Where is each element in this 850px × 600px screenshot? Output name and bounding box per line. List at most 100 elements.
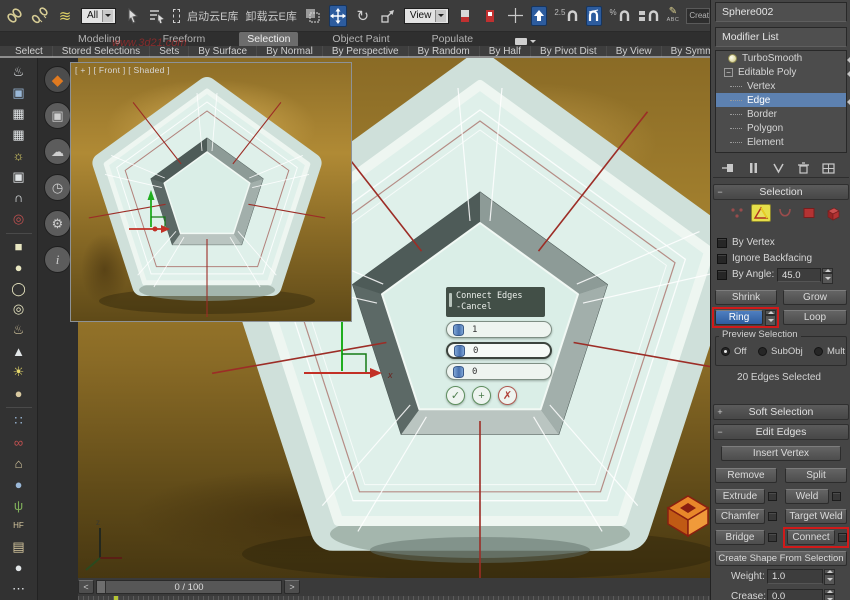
stack-row-polygon[interactable]: Polygon xyxy=(716,121,846,135)
unlink-selection-icon[interactable] xyxy=(31,5,49,27)
crease-spinner[interactable] xyxy=(824,589,835,600)
more-icon[interactable]: ⋯ xyxy=(6,579,32,599)
target-weld-button[interactable]: Target Weld xyxy=(785,509,847,524)
time-slider-handle[interactable] xyxy=(97,581,106,593)
shrink-button[interactable]: Shrink xyxy=(715,290,777,305)
selection-rollout-header[interactable]: − Selection xyxy=(713,184,849,200)
by-angle-checkbox[interactable] xyxy=(717,270,727,280)
unload-cloud-lib-button[interactable]: 卸载云E库 xyxy=(246,8,297,24)
make-unique-icon[interactable] xyxy=(769,160,787,176)
weld-settings-box[interactable] xyxy=(832,492,841,501)
chamfer-settings-box[interactable] xyxy=(768,512,777,521)
cube-icon[interactable]: ▣ xyxy=(44,102,71,129)
edit-edges-rollout-header[interactable]: − Edit Edges xyxy=(713,424,849,440)
preview-subobj-radio[interactable] xyxy=(758,347,767,356)
pan-cross-icon[interactable] xyxy=(506,5,524,27)
connect-settings-box[interactable] xyxy=(838,533,847,542)
cloud-icon[interactable]: ☁ xyxy=(44,138,71,165)
sphere-icon[interactable]: ● xyxy=(6,383,32,403)
document-icon[interactable]: ▤ xyxy=(6,537,32,557)
caddy-ok-button[interactable]: ✓ xyxy=(446,386,465,405)
ribbon-item-select[interactable]: Select xyxy=(6,46,53,57)
select-and-link-icon[interactable] xyxy=(6,5,24,27)
bind-to-space-warp-icon[interactable]: ≋ xyxy=(56,5,74,27)
ribbon-item-by-random[interactable]: By Random xyxy=(409,46,480,57)
tab-selection[interactable]: Selection xyxy=(239,32,298,46)
named-selection-set-input[interactable]: Create Selection Se xyxy=(686,8,710,24)
previous-frame-button[interactable]: < xyxy=(78,580,94,594)
teapot-icon[interactable]: ♨ xyxy=(6,62,32,82)
create-shape-button[interactable]: Create Shape From Selection xyxy=(715,551,847,566)
stack-row-element[interactable]: Element xyxy=(716,135,846,149)
chamfer-button[interactable]: Chamfer xyxy=(715,509,765,524)
tab-object-paint[interactable]: Object Paint xyxy=(324,32,397,46)
spreadsheet-icon[interactable]: ▦ xyxy=(6,104,32,124)
stack-row-vertex[interactable]: Vertex xyxy=(716,79,846,93)
info-icon[interactable]: i xyxy=(44,246,71,273)
light-bulb-icon[interactable]: ☼ xyxy=(6,146,32,166)
animal-hf-icon[interactable]: HF xyxy=(6,516,32,536)
crease-value-field[interactable]: 0.0 xyxy=(767,589,823,600)
app-logo-icon[interactable]: ◆ xyxy=(44,66,71,93)
rectangular-selection-region-icon[interactable] xyxy=(173,9,180,23)
border-subobject-button[interactable] xyxy=(775,204,795,222)
slide-field[interactable]: 0 xyxy=(446,363,552,380)
ignore-backfacing-checkbox[interactable] xyxy=(717,254,727,264)
time-slider[interactable]: 0 / 100 xyxy=(96,580,282,594)
collapse-icon[interactable]: − xyxy=(724,68,733,77)
move-tool-button[interactable] xyxy=(329,5,347,27)
mirror-marker-icon[interactable] xyxy=(456,5,474,27)
snaps-toggle-icon[interactable]: 2.5 xyxy=(554,9,579,22)
torus-icon[interactable]: ◎ xyxy=(6,299,32,319)
ribbon-item-by-view[interactable]: By View xyxy=(607,46,662,57)
remove-modifier-icon[interactable] xyxy=(794,160,812,176)
select-by-name-icon[interactable] xyxy=(148,5,166,27)
angle-spinner[interactable] xyxy=(822,268,833,282)
object-name-field[interactable]: Sphere002 xyxy=(715,2,847,22)
stack-row-border[interactable]: Border xyxy=(716,107,846,121)
ring-spinner[interactable] xyxy=(765,310,776,325)
stack-row-editable-poly[interactable]: − Editable Poly xyxy=(716,65,846,79)
weight-value-field[interactable]: 1.0 xyxy=(767,569,823,584)
table-icon[interactable]: ▦ xyxy=(6,125,32,145)
sun-icon[interactable]: ☀ xyxy=(6,362,32,382)
rain-icon[interactable]: ∷ xyxy=(6,411,32,431)
align-marker-icon[interactable] xyxy=(481,5,499,27)
rotate-tool-icon[interactable]: ↻ xyxy=(354,5,372,27)
clock-icon[interactable]: ◷ xyxy=(44,174,71,201)
weld-button[interactable]: Weld xyxy=(785,489,829,504)
ribbon-item-by-half[interactable]: By Half xyxy=(480,46,531,57)
teapot-outline-icon[interactable]: ♨ xyxy=(6,320,32,340)
angle-value-field[interactable]: 45.0 xyxy=(777,268,821,282)
window-crossing-icon[interactable] xyxy=(304,5,322,27)
circle-icon[interactable]: ◯ xyxy=(6,279,32,299)
pinch-field[interactable]: 0 xyxy=(446,342,552,359)
grass-icon[interactable]: ψ xyxy=(6,495,32,515)
bridge-button[interactable]: Bridge xyxy=(715,530,765,545)
launch-cloud-lib-button[interactable]: 启动云E库 xyxy=(187,8,238,24)
tab-populate[interactable]: Populate xyxy=(424,32,481,46)
preview-off-radio[interactable] xyxy=(721,347,730,356)
soft-selection-rollout-header[interactable]: + Soft Selection xyxy=(713,404,849,420)
house-icon[interactable]: ⌂ xyxy=(6,453,32,473)
stack-row-turbosmooth[interactable]: TurboSmooth xyxy=(716,51,846,65)
inset-viewport[interactable]: [ + ] [ Front ] [ Shaded ] xyxy=(70,62,352,322)
connect-button[interactable]: Connect xyxy=(787,530,835,545)
ribbon-item-by-normal[interactable]: By Normal xyxy=(257,46,323,57)
reference-coordinate-dropdown[interactable]: View xyxy=(404,8,450,24)
track-bar[interactable] xyxy=(78,596,710,600)
by-vertex-checkbox[interactable] xyxy=(717,238,727,248)
ribbon-item-by-surface[interactable]: By Surface xyxy=(189,46,257,57)
grow-button[interactable]: Grow xyxy=(783,290,847,305)
blob-icon[interactable]: ● xyxy=(6,258,32,278)
segments-field[interactable]: 1 xyxy=(446,321,552,338)
camera-icon[interactable]: ◎ xyxy=(6,209,32,229)
weight-spinner[interactable] xyxy=(824,569,835,584)
dome-icon[interactable]: ∩ xyxy=(6,188,32,208)
keyboard-shortcut-override-icon[interactable]: ✎ ABC xyxy=(667,8,680,24)
pin-stack-icon[interactable] xyxy=(719,160,737,176)
percent-snap-toggle-icon[interactable]: % xyxy=(609,9,630,22)
vertex-subobject-button[interactable] xyxy=(727,204,747,222)
polygon-subobject-button[interactable] xyxy=(799,204,819,222)
configure-modifier-sets-icon[interactable] xyxy=(819,160,837,176)
